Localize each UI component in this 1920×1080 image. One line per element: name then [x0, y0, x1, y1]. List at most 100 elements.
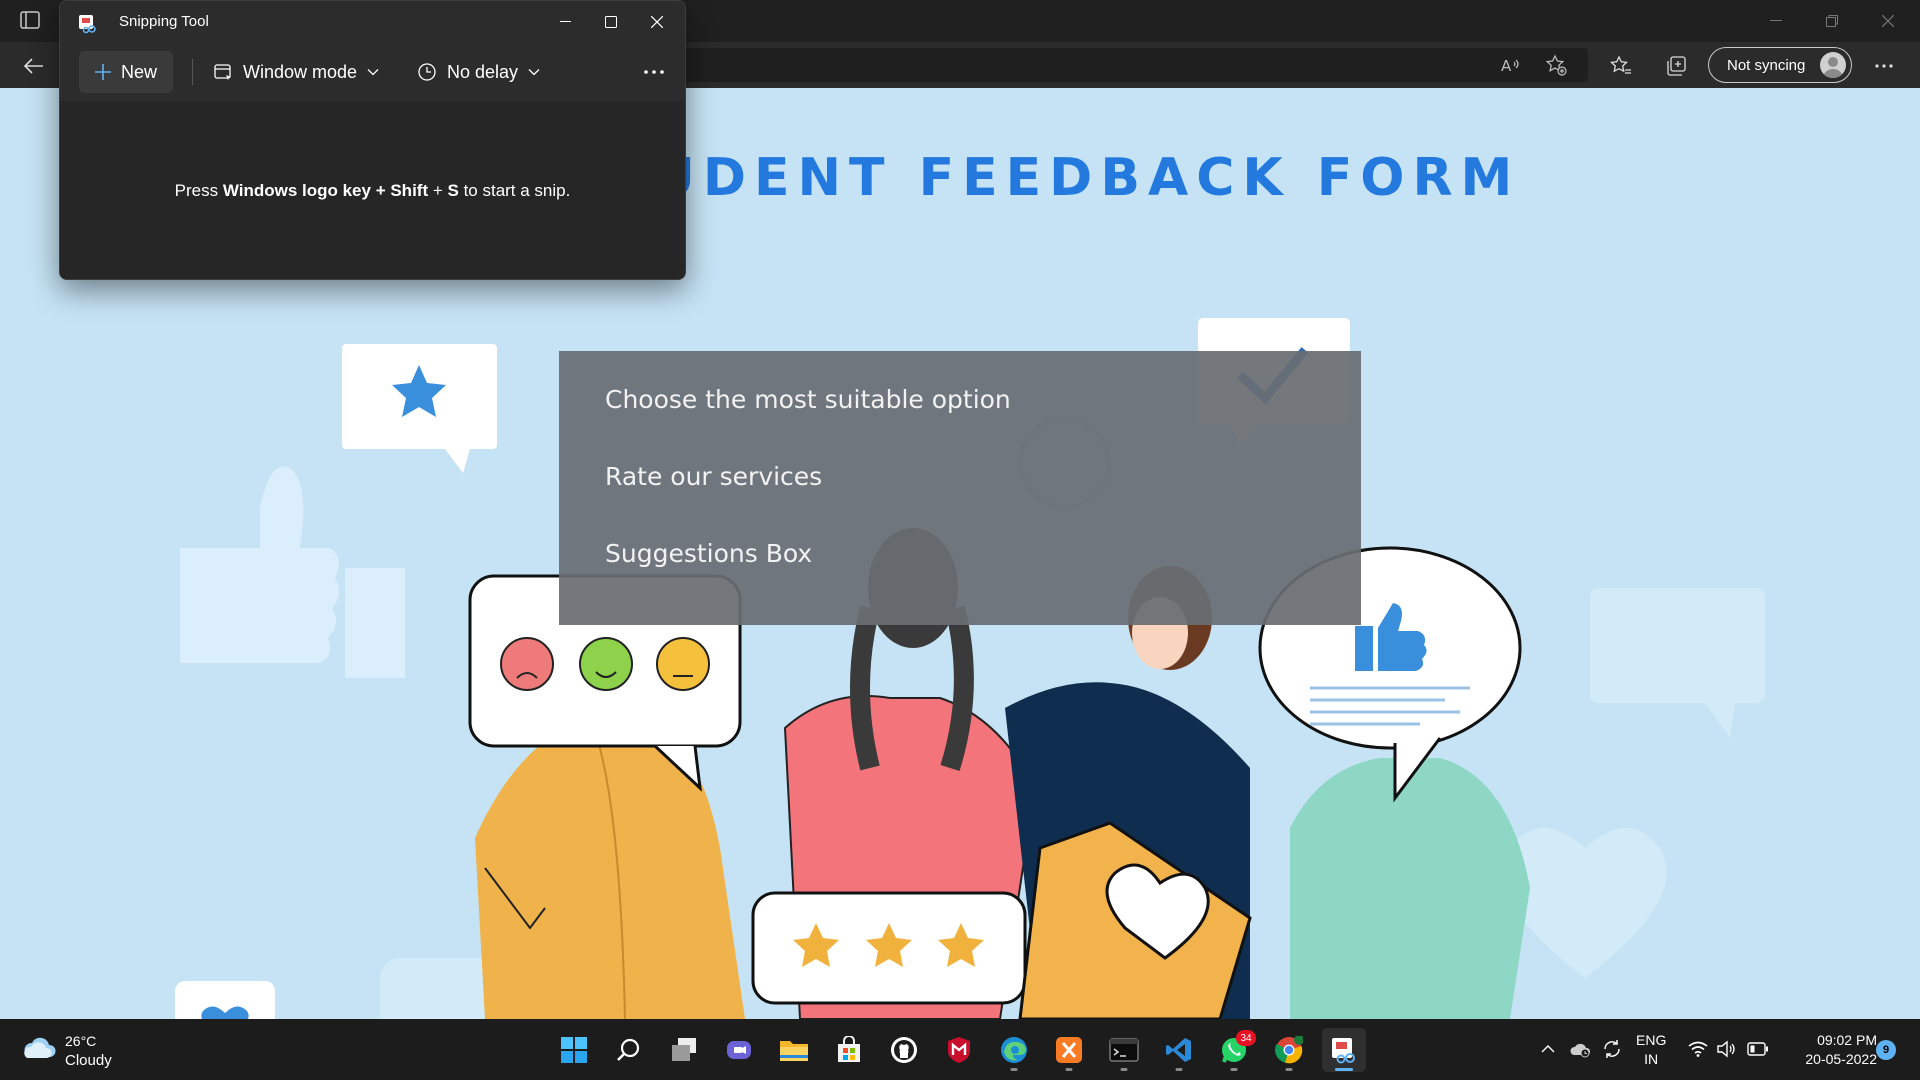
hint-plus: +: [428, 181, 448, 200]
read-aloud-icon[interactable]: A: [1495, 49, 1527, 81]
running-indicator: [1230, 1068, 1238, 1071]
hint-key-windows: Windows logo key: [222, 181, 371, 200]
more-options-icon[interactable]: [1868, 50, 1900, 82]
tab-actions-icon[interactable]: [20, 11, 40, 29]
snipping-tool-icon: [1332, 1038, 1355, 1064]
snipping-tool-toolbar: New Window mode No delay: [60, 43, 685, 101]
browser-minimize-button[interactable]: [1748, 6, 1804, 36]
chevron-down-icon: [367, 69, 379, 76]
task-view-icon: [672, 1038, 696, 1061]
plus-icon: [94, 64, 111, 80]
xampp-button[interactable]: [1047, 1028, 1091, 1072]
hint-key-s: S: [447, 181, 459, 200]
github-icon: [891, 1037, 917, 1063]
chrome-icon: [1275, 1036, 1303, 1064]
hint-prefix: Press: [174, 181, 223, 200]
whatsapp-unread-badge: 34: [1236, 1030, 1256, 1046]
task-view-button[interactable]: [662, 1028, 706, 1072]
folder-icon: [780, 1041, 808, 1061]
snip-minimize-button[interactable]: [542, 7, 588, 37]
snip-mode-label: Window mode: [243, 61, 358, 82]
snip-close-button[interactable]: [634, 7, 680, 37]
snip-maximize-button[interactable]: [588, 7, 634, 37]
running-indicator: [1175, 1068, 1183, 1071]
volume-icon[interactable]: [1714, 1037, 1738, 1061]
profile-button[interactable]: Not syncing: [1708, 47, 1852, 83]
running-indicator: [1065, 1068, 1073, 1071]
search-icon: [617, 1038, 640, 1061]
store-icon: [838, 1036, 860, 1062]
shield-icon: [948, 1037, 970, 1063]
active-indicator: [1335, 1068, 1353, 1071]
browser-restore-button[interactable]: [1804, 6, 1860, 36]
github-app-button[interactable]: [882, 1028, 926, 1072]
windows-logo-icon: [561, 1037, 587, 1063]
back-arrow-icon[interactable]: [18, 50, 50, 82]
vscode-icon: [1166, 1038, 1191, 1062]
xampp-icon: [1056, 1037, 1082, 1063]
running-indicator: [1285, 1068, 1293, 1071]
terminal-icon: [1109, 1038, 1139, 1062]
vscode-button[interactable]: [1157, 1028, 1201, 1072]
window-mode-icon: [214, 64, 231, 80]
address-bar[interactable]: A: [683, 48, 1588, 82]
snip-mode-dropdown[interactable]: Window mode: [213, 51, 379, 93]
menu-item-rate-services[interactable]: Rate our services: [605, 462, 822, 491]
collections-icon[interactable]: [1660, 50, 1692, 82]
browser-close-button[interactable]: [1860, 6, 1916, 36]
new-snip-button[interactable]: New: [79, 51, 173, 93]
language-code: ENG: [1636, 1032, 1667, 1048]
teams-chat-button[interactable]: [717, 1028, 761, 1072]
chevron-down-icon: [528, 69, 540, 76]
profile-label: Not syncing: [1727, 56, 1806, 74]
onedrive-icon[interactable]: [1568, 1037, 1592, 1061]
clock-date: 20-05-2022: [1805, 1051, 1877, 1067]
snipping-tool-titlebar: Snipping Tool: [60, 1, 685, 43]
start-button[interactable]: [552, 1028, 596, 1072]
running-indicator: [1010, 1068, 1018, 1071]
hint-key-shift: Shift: [390, 181, 429, 200]
add-favorite-icon[interactable]: [1540, 49, 1572, 81]
sync-icon[interactable]: [1600, 1037, 1624, 1061]
hint-plus: +: [370, 181, 391, 200]
snip-delay-label: No delay: [447, 61, 519, 82]
favorites-icon[interactable]: [1605, 50, 1637, 82]
clock-icon: [418, 63, 436, 81]
cloud-icon: [24, 1037, 56, 1058]
chevron-up-icon[interactable]: [1536, 1037, 1560, 1061]
new-snip-label: New: [120, 61, 157, 82]
snip-delay-dropdown[interactable]: No delay: [417, 51, 540, 93]
mcafee-button[interactable]: [937, 1028, 981, 1072]
weather-description: Cloudy: [65, 1052, 112, 1069]
file-explorer-button[interactable]: [772, 1028, 816, 1072]
wifi-icon[interactable]: [1686, 1037, 1710, 1061]
taskbar: 26°C Cloudy 34 ENG IN 09:02 PM 20-05-202…: [0, 1019, 1920, 1080]
chat-icon: [727, 1041, 751, 1059]
snipping-tool-title: Snipping Tool: [119, 13, 209, 30]
toolbar-divider: [192, 59, 193, 85]
snipping-tool-app-icon: [78, 14, 98, 34]
terminal-button[interactable]: [1102, 1028, 1146, 1072]
snipping-tool-window: Snipping Tool New Window mode No delay P…: [59, 0, 686, 280]
weather-temperature: 26°C: [65, 1033, 97, 1049]
edge-icon: [1001, 1037, 1027, 1063]
snipping-tool-taskbar-button[interactable]: [1322, 1028, 1366, 1072]
chrome-button[interactable]: [1267, 1028, 1311, 1072]
battery-icon[interactable]: [1746, 1037, 1770, 1061]
microsoft-store-button[interactable]: [827, 1028, 871, 1072]
hint-suffix: to start a snip.: [458, 181, 571, 200]
menu-item-choose-option[interactable]: Choose the most suitable option: [605, 385, 1011, 414]
menu-item-suggestions-box[interactable]: Suggestions Box: [605, 539, 812, 568]
notification-count-badge[interactable]: 9: [1876, 1040, 1896, 1060]
search-button[interactable]: [607, 1028, 651, 1072]
running-indicator: [1120, 1068, 1128, 1071]
snipping-tool-body: Press Windows logo key + Shift + S to st…: [60, 101, 685, 279]
feedback-menu: Choose the most suitable option Rate our…: [559, 351, 1361, 625]
snip-more-options-icon[interactable]: [638, 56, 670, 88]
edge-browser-button[interactable]: [992, 1028, 1036, 1072]
region-code: IN: [1644, 1051, 1659, 1067]
avatar-icon: [1820, 52, 1846, 78]
snip-hint-text: Press Windows logo key + Shift + S to st…: [60, 181, 685, 201]
svg-text:A: A: [1501, 57, 1512, 74]
whatsapp-button[interactable]: 34: [1212, 1028, 1256, 1072]
